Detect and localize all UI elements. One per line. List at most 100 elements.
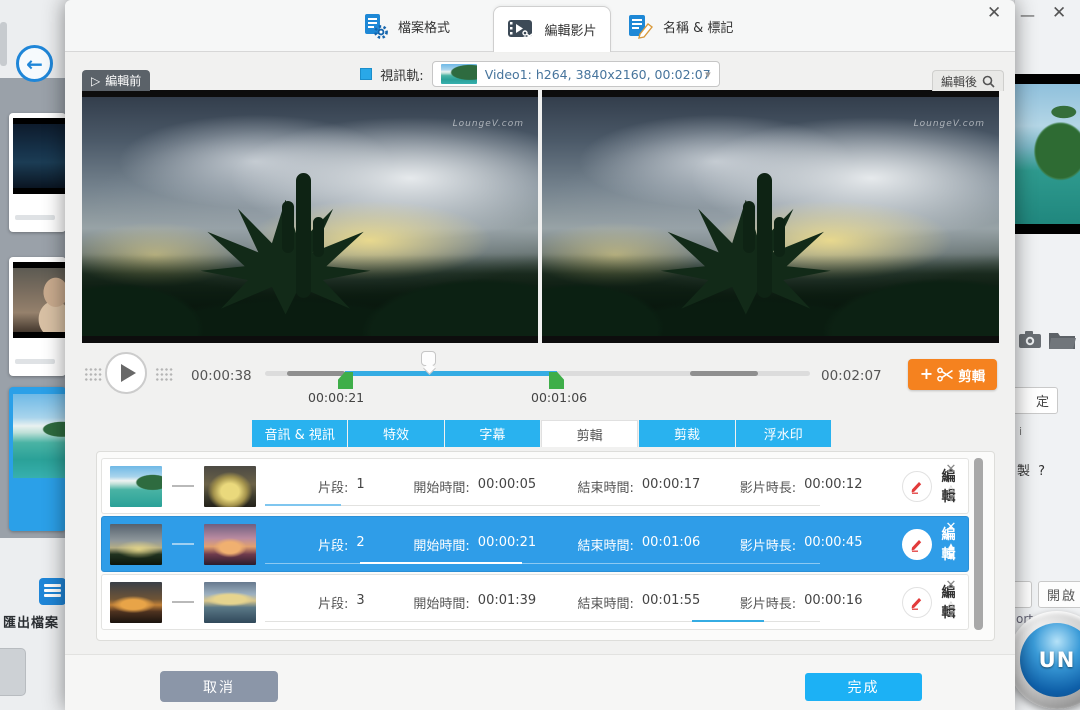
timeline-track[interactable] bbox=[265, 371, 810, 376]
trim-start-time: 00:00:21 bbox=[308, 390, 378, 405]
export-file-icon[interactable] bbox=[39, 578, 66, 605]
clip-end-thumbnail bbox=[204, 466, 256, 507]
edit-video-dialog: 檔案格式 編輯影片 名稱 & 標記 ✕ 視訊軌: Video1: h264, 3… bbox=[65, 0, 1015, 710]
move-down-icon[interactable]: ▼ bbox=[948, 552, 955, 562]
row-underline bbox=[265, 563, 820, 564]
tab-effects[interactable]: 特效 bbox=[348, 420, 443, 447]
window-close-icon[interactable]: ✕ bbox=[1052, 3, 1066, 23]
duration-label: 影片時長: bbox=[740, 477, 796, 496]
tab-audio-video[interactable]: 音訊 & 視訊 bbox=[252, 420, 347, 447]
video-card[interactable] bbox=[9, 257, 66, 376]
after-edit-tag[interactable]: 編輯後 bbox=[932, 70, 1004, 91]
tab-label: 名稱 & 標記 bbox=[663, 17, 733, 36]
minimize-icon[interactable]: — bbox=[1020, 6, 1036, 24]
open-folder-icon[interactable] bbox=[1048, 330, 1076, 354]
move-down-icon[interactable]: ▽ bbox=[948, 494, 955, 504]
snapshot-icon[interactable] bbox=[1018, 331, 1042, 353]
end-value: 00:01:55 bbox=[642, 593, 700, 612]
play-button[interactable] bbox=[105, 352, 147, 394]
playhead-handle[interactable] bbox=[421, 351, 436, 366]
segment-label: 片段: bbox=[318, 477, 348, 496]
before-edit-tag: ▷ 編輯前 bbox=[82, 70, 150, 91]
pencil-icon bbox=[909, 479, 924, 494]
segment-label: 片段: bbox=[318, 593, 348, 612]
frame-step-back-grid[interactable] bbox=[84, 367, 103, 382]
open-button[interactable]: 開啟 bbox=[1038, 581, 1080, 608]
pencil-icon bbox=[909, 595, 924, 610]
tab-watermark[interactable]: 浮水印 bbox=[736, 420, 831, 447]
segment-value: 2 bbox=[356, 535, 364, 554]
tab-trim[interactable]: 剪輯 bbox=[541, 420, 638, 447]
move-up-icon[interactable]: ▲ bbox=[948, 542, 955, 552]
tab-subtitle[interactable]: 字幕 bbox=[445, 420, 540, 447]
track-dropdown[interactable]: Video1: h264, 3840x2160, 00:02:07 ▾ bbox=[432, 61, 720, 87]
trim-end-handle[interactable] bbox=[549, 372, 564, 389]
track-thumbnail bbox=[441, 64, 477, 84]
play-icon bbox=[121, 364, 136, 382]
dialog-body: 視訊軌: Video1: h264, 3840x2160, 00:02:07 ▾… bbox=[65, 53, 1015, 710]
current-time: 00:00:38 bbox=[191, 368, 252, 384]
dropdown-arrow-icon: ▾ bbox=[705, 68, 711, 81]
range-dash bbox=[172, 485, 194, 487]
end-label: 結束時間: bbox=[578, 535, 634, 554]
move-down-icon[interactable]: ▽ bbox=[948, 610, 955, 620]
clip-row-2-selected[interactable]: 片段:2 開始時間:00:00:21 結束時間:00:01:06 影片時長:00… bbox=[101, 516, 969, 572]
tab-crop[interactable]: 剪裁 bbox=[639, 420, 734, 447]
clip-row-3[interactable]: 片段:3 開始時間:00:01:39 結束時間:00:01:55 影片時長:00… bbox=[101, 574, 969, 630]
start-label: 開始時間: bbox=[413, 535, 469, 554]
move-up-icon[interactable]: △ bbox=[948, 484, 955, 494]
clip-row-1[interactable]: 片段:1 開始時間:00:00:05 結束時間:00:00:17 影片時長:00… bbox=[101, 458, 969, 514]
video-card-selected[interactable] bbox=[9, 387, 66, 531]
remove-clip-icon[interactable]: ✕ bbox=[946, 520, 957, 535]
remove-clip-icon[interactable]: ✕ bbox=[946, 578, 957, 593]
sidebar-scrollbar[interactable] bbox=[0, 22, 7, 66]
timeline-segment bbox=[287, 371, 345, 376]
segment-value: 1 bbox=[356, 477, 364, 496]
frame-step-forward-grid[interactable] bbox=[155, 367, 174, 382]
video-frame: LoungeV.com bbox=[542, 97, 999, 336]
dialog-header: 檔案格式 編輯影片 名稱 & 標記 ✕ bbox=[65, 0, 1015, 52]
dialog-close-icon[interactable]: ✕ bbox=[987, 3, 1001, 23]
main-window-left-panel: ← 匯出檔案 bbox=[0, 0, 66, 710]
duration-value: 00:00:12 bbox=[804, 477, 862, 496]
edit-video-icon bbox=[507, 18, 535, 42]
duration-value: 00:00:45 bbox=[804, 535, 862, 554]
plus-icon: + bbox=[920, 364, 933, 383]
cut-button[interactable]: + 剪輯 bbox=[908, 359, 997, 390]
tab-name-tag[interactable]: 名稱 & 標記 bbox=[627, 0, 733, 52]
watermark: LoungeV.com bbox=[453, 119, 524, 129]
move-up-icon[interactable]: △ bbox=[948, 600, 955, 610]
tab-edit-video[interactable]: 編輯影片 bbox=[493, 6, 611, 52]
trim-end-time: 00:01:06 bbox=[531, 390, 601, 405]
video-frame: LoungeV.com bbox=[82, 97, 538, 336]
segment-value: 3 bbox=[356, 593, 364, 612]
video-card[interactable] bbox=[9, 113, 66, 232]
duration-label: 影片時長: bbox=[740, 593, 796, 612]
start-value: 00:00:05 bbox=[478, 477, 536, 496]
clip-list-scrollbar[interactable] bbox=[974, 458, 983, 630]
preview-before[interactable]: LoungeV.com bbox=[82, 90, 538, 343]
back-arrow-icon: ← bbox=[26, 52, 43, 76]
duration-label: 影片時長: bbox=[740, 535, 796, 554]
video-track-row: 視訊軌: Video1: h264, 3840x2160, 00:02:07 ▾ bbox=[65, 60, 1015, 88]
track-value: Video1: h264, 3840x2160, 00:02:07 bbox=[485, 67, 711, 82]
pencil-icon bbox=[909, 537, 924, 552]
remove-clip-icon[interactable]: ✕ bbox=[946, 462, 957, 477]
segment-label: 片段: bbox=[318, 535, 348, 554]
timeline-selection bbox=[345, 371, 557, 376]
clip-end-thumbnail bbox=[204, 524, 256, 565]
export-file-label: 匯出檔案 bbox=[3, 612, 73, 631]
name-tag-icon bbox=[627, 14, 654, 39]
preview-after[interactable]: LoungeV.com bbox=[542, 90, 999, 343]
start-value: 00:01:39 bbox=[478, 593, 536, 612]
magnifier-icon bbox=[982, 75, 995, 88]
clip-list-panel: 片段:1 開始時間:00:00:05 結束時間:00:00:17 影片時長:00… bbox=[96, 451, 995, 641]
cancel-button[interactable]: 取消 bbox=[160, 671, 278, 702]
main-preview-fragment bbox=[1015, 74, 1080, 234]
edit-tool-tabs: 音訊 & 視訊 特效 字幕 剪輯 剪裁 浮水印 bbox=[252, 420, 831, 447]
tab-file-format[interactable]: 檔案格式 bbox=[362, 0, 450, 52]
track-label: 視訊軌: bbox=[380, 65, 423, 84]
back-button[interactable]: ← bbox=[16, 45, 53, 82]
done-button[interactable]: 完成 bbox=[805, 673, 922, 701]
row-accent-underline bbox=[265, 504, 341, 506]
